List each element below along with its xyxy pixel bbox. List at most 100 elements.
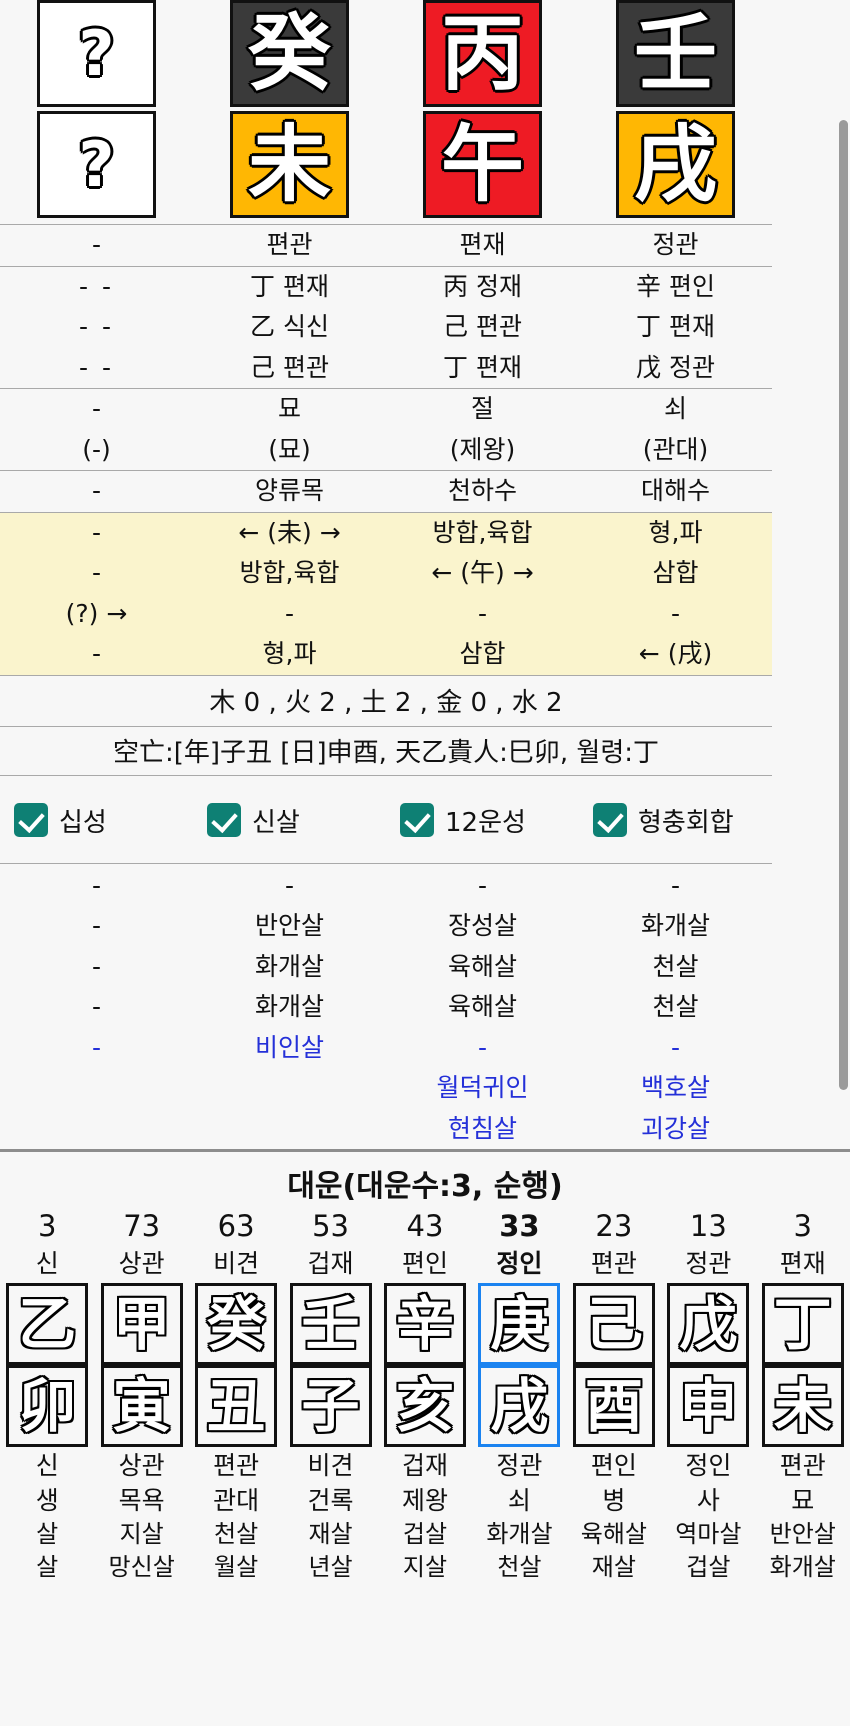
daeun-column-selected[interactable]: 庚 戌 xyxy=(472,1283,566,1447)
jijanggan-hour-1: - - xyxy=(79,271,114,301)
daeun-sinsal-2: 월살 xyxy=(214,1553,259,1582)
daeun-sinsal-1: 지살 xyxy=(119,1520,164,1548)
hyungchung-month-1: 방합,육합 xyxy=(432,517,533,547)
check-icon[interactable] xyxy=(207,803,241,837)
unseong-alt-row: (-) (묘) (제왕) (관대) xyxy=(0,430,772,471)
daeun-branch[interactable]: 亥 xyxy=(383,1365,466,1447)
daeun-card-row: 乙 卯 甲 寅 癸 丑 壬 子 辛 亥 庚 戌 己 酉 戊 申 丁 未 xyxy=(0,1283,850,1447)
stem-card-hour[interactable]: ? xyxy=(37,0,156,107)
daeun-sinsal-2: 지살 xyxy=(402,1553,448,1582)
daeun-branch[interactable]: 子 xyxy=(289,1365,372,1447)
daeun-age[interactable]: 23 xyxy=(567,1209,661,1244)
branch-card-day[interactable]: 未 xyxy=(230,111,349,218)
daeun-branch[interactable]: 未 xyxy=(761,1365,844,1447)
vertical-scrollbar[interactable] xyxy=(839,120,848,1090)
saju-detail-table: - 편관 편재 정관 - - 丁 편재 丙 정재 辛 편인 - - 乙 식신 己… xyxy=(0,224,772,775)
daeun-stem[interactable]: 丁 xyxy=(761,1283,844,1365)
pillar-branch-cell[interactable]: 戌 xyxy=(579,111,772,218)
pillar-stem-cell[interactable]: ? xyxy=(0,0,193,107)
daeun-column[interactable]: 戊 申 xyxy=(661,1283,755,1447)
daeun-stem[interactable]: 乙 xyxy=(6,1283,89,1365)
checkbox-12unseong[interactable]: 12운성 xyxy=(386,802,579,839)
checkbox-label: 신살 xyxy=(252,807,300,838)
unseong-alt-day: (묘) xyxy=(268,434,311,464)
daeun-column[interactable]: 癸 丑 xyxy=(189,1283,283,1447)
daeun-sipseong-branch: 편인 xyxy=(590,1451,637,1480)
unseong-year: 쇠 xyxy=(663,394,687,423)
daeun-age[interactable]: 13 xyxy=(661,1209,755,1244)
daeun-sipseong-branch: 편관 xyxy=(779,1451,826,1480)
daeun-age[interactable]: 3 xyxy=(756,1209,850,1244)
sinsal-day-4: 화개살 xyxy=(254,992,324,1021)
daeun-age[interactable]: 53 xyxy=(283,1209,377,1244)
stem-card-year[interactable]: 壬 xyxy=(616,0,735,107)
daeun-branch[interactable]: 丑 xyxy=(195,1365,278,1447)
daeun-age[interactable]: 43 xyxy=(378,1209,472,1244)
daeun-age-current[interactable]: 33 xyxy=(472,1209,566,1244)
napeum-month: 천하수 xyxy=(447,476,517,505)
daeun-column[interactable]: 丁 未 xyxy=(756,1283,850,1447)
daeun-sipseong: 상관 xyxy=(118,1249,165,1278)
check-icon[interactable] xyxy=(593,803,627,837)
branch-card-hour[interactable]: ? xyxy=(37,111,156,218)
daeun-unseong: 사 xyxy=(696,1485,720,1515)
pillar-branch-cell[interactable]: ? xyxy=(0,111,193,218)
sinsal-year-3: 천살 xyxy=(652,951,699,981)
daeun-title: 대운(대운수:3, 순행) xyxy=(0,1149,850,1209)
daeun-column[interactable]: 壬 子 xyxy=(283,1283,377,1447)
jijanggan-row: - - 乙 식신 己 편관 丁 편재 xyxy=(0,307,772,348)
sinsal-year-6: 백호살 xyxy=(640,1073,710,1102)
daeun-stem[interactable]: 庚 xyxy=(478,1283,561,1365)
daeun-unseong: 쇠 xyxy=(507,1485,531,1515)
daeun-branch[interactable]: 卯 xyxy=(6,1365,89,1447)
pillar-branch-cell[interactable]: 未 xyxy=(193,111,386,218)
stem-card-month[interactable]: 丙 xyxy=(423,0,542,107)
pillar-stem-cell[interactable]: 癸 xyxy=(193,0,386,107)
checkbox-label: 십성 xyxy=(59,807,107,838)
daeun-branch[interactable]: 戌 xyxy=(478,1365,561,1447)
check-icon[interactable] xyxy=(400,803,434,837)
daeun-sub-row-1: 신 상관 편관 비견 겁재 정관 편인 정인 편관 xyxy=(0,1447,850,1482)
unseong-block: - 묘 절 쇠 (-) (묘) (제왕) (관대) xyxy=(0,388,772,470)
daeun-sipseong: 편인 xyxy=(401,1249,448,1278)
daeun-sipseong: 편재 xyxy=(779,1249,826,1278)
napeum-block: - 양류목 천하수 대해수 xyxy=(0,470,772,512)
daeun-age[interactable]: 3 xyxy=(0,1209,94,1244)
daeun-stem[interactable]: 己 xyxy=(572,1283,655,1365)
daeun-stem[interactable]: 戊 xyxy=(667,1283,750,1365)
daeun-stem[interactable]: 壬 xyxy=(289,1283,372,1365)
checkbox-hyungchunghoehap[interactable]: 형충회합 xyxy=(579,802,772,839)
daeun-sipseong: 정관 xyxy=(685,1249,732,1278)
pillar-stem-cell[interactable]: 壬 xyxy=(579,0,772,107)
daeun-column[interactable]: 辛 亥 xyxy=(378,1283,472,1447)
daeun-column[interactable]: 甲 寅 xyxy=(94,1283,188,1447)
pillar-stem-cell[interactable]: 丙 xyxy=(386,0,579,107)
pillar-branch-cell[interactable]: 午 xyxy=(386,111,579,218)
daeun-stem[interactable]: 癸 xyxy=(195,1283,278,1365)
daeun-stem[interactable]: 甲 xyxy=(100,1283,183,1365)
checkbox-sinsal[interactable]: 신살 xyxy=(193,802,386,839)
daeun-column[interactable]: 己 酉 xyxy=(567,1283,661,1447)
hyungchung-month-3: - xyxy=(477,598,488,628)
daeun-column[interactable]: 乙 卯 xyxy=(0,1283,94,1447)
branch-card-year[interactable]: 戌 xyxy=(616,111,735,218)
sinsal-month-3: 육해살 xyxy=(447,951,517,981)
daeun-age[interactable]: 73 xyxy=(94,1209,188,1244)
sinsal-block: - - - - - 반안살 장성살 화개살 - 화개살 육해살 천살 - 화개살… xyxy=(0,862,772,1149)
branch-card-month[interactable]: 午 xyxy=(423,111,542,218)
hyungchung-hour-3: (?) → xyxy=(65,598,128,628)
daeun-sub-row-2: 생 목욕 관대 건록 제왕 쇠 병 사 묘 xyxy=(0,1482,850,1517)
daeun-sipseong-branch: 상관 xyxy=(118,1451,165,1480)
checkbox-sipseong[interactable]: 십성 xyxy=(0,802,193,839)
stem-card-day[interactable]: 癸 xyxy=(230,0,349,107)
daeun-sinsal-1: 천살 xyxy=(214,1520,259,1548)
hyungchung-row: (?) → - - - xyxy=(0,593,772,634)
daeun-branch[interactable]: 酉 xyxy=(572,1365,655,1447)
daeun-stem[interactable]: 辛 xyxy=(383,1283,466,1365)
sinsal-month-2: 장성살 xyxy=(447,911,517,940)
daeun-branch[interactable]: 寅 xyxy=(100,1365,183,1447)
daeun-branch[interactable]: 申 xyxy=(667,1365,750,1447)
check-icon[interactable] xyxy=(14,803,48,837)
sinsal-hour-3: - xyxy=(91,951,102,981)
daeun-age[interactable]: 63 xyxy=(189,1209,283,1244)
